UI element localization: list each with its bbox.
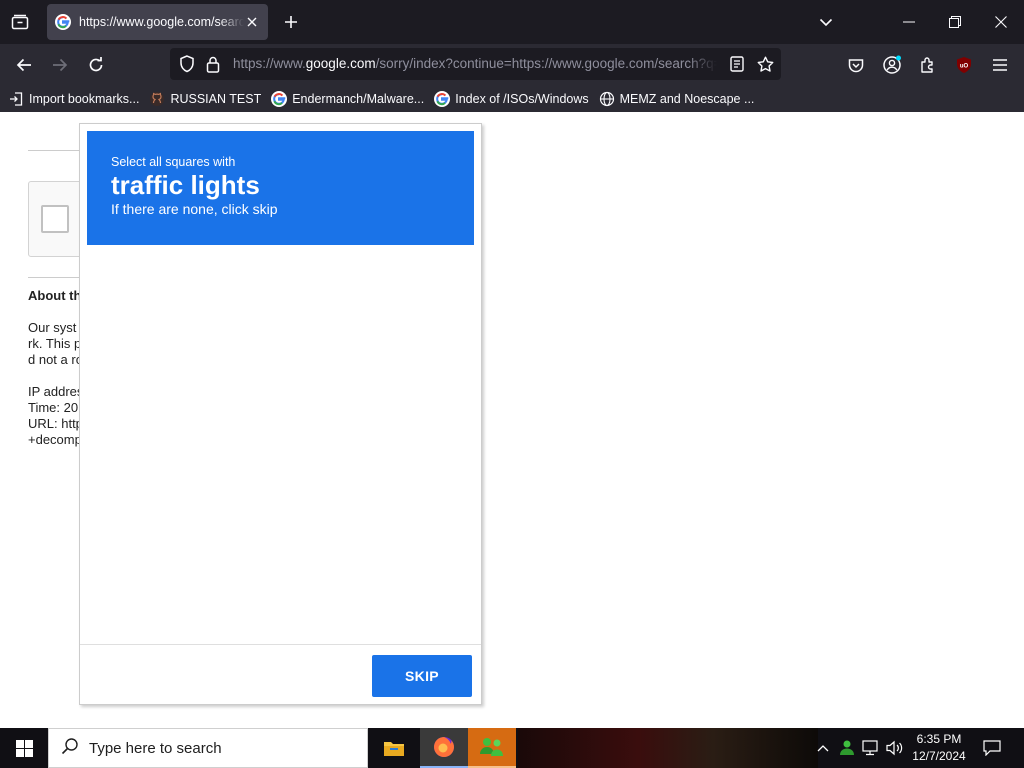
bookmark-label: Import bookmarks... (29, 92, 140, 106)
restore-icon[interactable] (939, 8, 971, 36)
shield-icon[interactable] (176, 52, 198, 76)
nav-bar: https://www.google.com/sorry/index?conti… (0, 44, 1024, 86)
extensions-puzzle-icon[interactable] (915, 52, 941, 78)
bookmark-label: MEMZ and Noescape ... (619, 92, 755, 106)
bookmark-memz[interactable]: MEMZ and Noescape ... (599, 88, 755, 110)
bookmark-isos-windows[interactable]: Index of /ISOs/Windows (434, 88, 589, 110)
tab-google[interactable]: https://www.google.com/search? (47, 4, 268, 40)
import-icon (8, 91, 24, 107)
minimize-icon[interactable] (893, 8, 925, 36)
network-icon[interactable] (860, 736, 882, 760)
tab-list-icon[interactable] (6, 8, 34, 36)
file-explorer-icon[interactable] (370, 728, 418, 768)
firefox-icon[interactable] (420, 728, 468, 768)
url-line-cont: +decomp (28, 432, 82, 447)
body-text-line: Our syst (28, 320, 77, 335)
challenge-header: Select all squares with traffic lights I… (87, 131, 474, 245)
globe-icon (599, 91, 615, 107)
svg-text:uO: uO (960, 64, 969, 70)
close-icon[interactable] (244, 14, 260, 30)
taskbar: Type here to search 6:35 PM 12/7/2024 (0, 728, 1024, 768)
challenge-subtext: If there are none, click skip (111, 201, 278, 217)
windows-start-icon[interactable] (0, 728, 48, 768)
url-path: /sorry/index?continue=https://www.google… (375, 56, 717, 71)
challenge-instruction: Select all squares with (111, 155, 236, 169)
reload-icon[interactable] (80, 50, 112, 80)
url-domain: google.com (305, 56, 376, 71)
url-line: URL: http (28, 416, 83, 431)
taskbar-search-box[interactable]: Type here to search (48, 728, 368, 768)
bookmark-star-icon[interactable] (754, 52, 776, 76)
clock-time: 6:35 PM (916, 732, 962, 746)
bookmark-endermanch[interactable]: Endermanch/Malware... (271, 88, 424, 110)
account-icon[interactable] (879, 52, 905, 78)
bookmark-label: Index of /ISOs/Windows (455, 92, 589, 106)
window-close-icon[interactable] (985, 8, 1017, 36)
ublock-origin-icon[interactable]: uO (951, 52, 977, 78)
chevron-down-icon[interactable] (812, 8, 840, 36)
green-people-app-icon[interactable] (468, 728, 516, 768)
body-text-line: rk. This p (28, 336, 82, 351)
challenge-target: traffic lights (111, 170, 260, 200)
skip-button[interactable]: SKIP (372, 655, 472, 697)
volume-icon[interactable] (884, 736, 906, 760)
recaptcha-checkbox[interactable] (41, 205, 69, 233)
search-icon (61, 737, 79, 760)
hamburger-menu-icon[interactable] (987, 52, 1013, 78)
captcha-challenge-popup: Select all squares with traffic lights I… (79, 123, 482, 705)
url-bar[interactable]: https://www.google.com/sorry/index?conti… (170, 48, 781, 80)
github-icon (149, 91, 165, 107)
bookmark-label: Endermanch/Malware... (292, 92, 425, 106)
notification-icon[interactable] (978, 736, 1006, 760)
body-text-line: d not a ro (28, 352, 83, 367)
people-icon[interactable] (836, 736, 858, 760)
bookmark-label: RUSSIAN TEST (170, 92, 262, 106)
ip-address-line: IP addres (28, 384, 84, 399)
chevron-up-icon[interactable] (813, 736, 833, 760)
google-icon (55, 14, 71, 30)
tab-bar: https://www.google.com/search? (0, 0, 1024, 44)
url-prefix: https://www. (233, 56, 306, 71)
forward-arrow-icon[interactable] (44, 50, 76, 80)
clock-date: 12/7/2024 (912, 749, 966, 763)
search-placeholder: Type here to search (89, 739, 222, 757)
bookmarks-bar: Import bookmarks... RUSSIAN TEST Enderma… (0, 86, 1024, 112)
taskbar-background (518, 728, 818, 768)
new-tab-icon[interactable] (278, 8, 304, 36)
challenge-footer: SKIP (80, 644, 481, 704)
tab-title: https://www.google.com/search? (79, 15, 245, 29)
time-line: Time: 20 (28, 400, 79, 415)
url-text[interactable]: https://www.google.com/sorry/index?conti… (233, 56, 717, 71)
google-icon (434, 91, 451, 107)
google-icon (271, 91, 288, 107)
lock-icon[interactable] (203, 52, 223, 76)
taskbar-clock[interactable]: 6:35 PM 12/7/2024 (906, 731, 972, 765)
about-heading: About th (28, 288, 82, 303)
back-arrow-icon[interactable] (8, 50, 40, 80)
bookmark-russian-test[interactable]: RUSSIAN TEST (149, 88, 261, 110)
pocket-icon[interactable] (843, 52, 869, 78)
bookmark-import[interactable]: Import bookmarks... (8, 88, 139, 110)
reader-view-icon[interactable] (726, 52, 748, 76)
